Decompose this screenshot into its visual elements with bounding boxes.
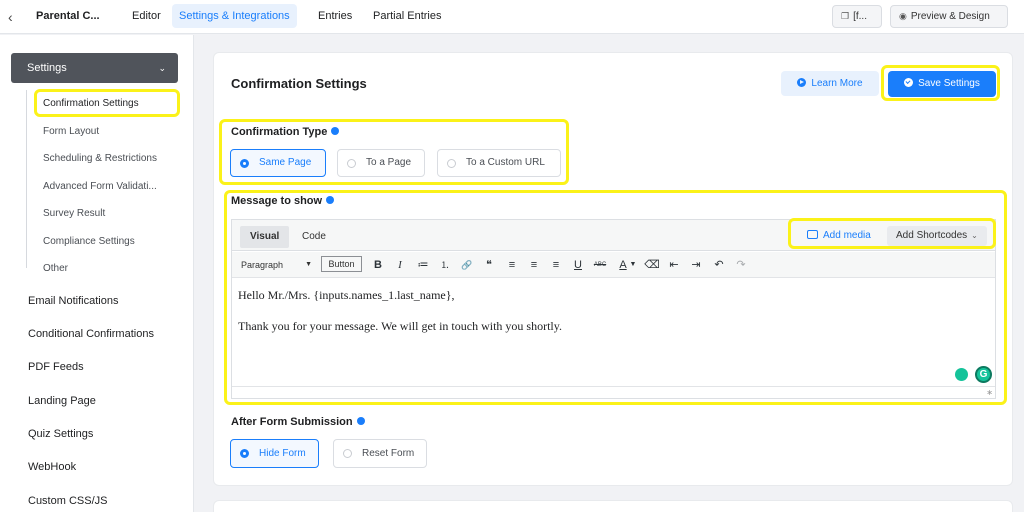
tab-visual[interactable]: Visual bbox=[240, 226, 290, 248]
sidebar-item-email-notifications[interactable]: Email Notifications bbox=[28, 295, 118, 307]
sidebar-item-advanced-validation[interactable]: Advanced Form Validati... bbox=[43, 181, 157, 192]
page-title: Confirmation Settings bbox=[231, 76, 367, 91]
radio-circle bbox=[240, 159, 249, 168]
numbered-list-icon[interactable]: ⒈ bbox=[437, 257, 453, 273]
tab-code[interactable]: Code bbox=[292, 226, 336, 248]
info-icon[interactable] bbox=[331, 127, 340, 135]
outdent-icon[interactable]: ⇤ bbox=[666, 257, 682, 273]
sidebar-item-webhook[interactable]: WebHook bbox=[28, 461, 76, 473]
editor-content[interactable]: Hello Mr./Mrs. {inputs.names_1.last_name… bbox=[238, 288, 562, 350]
chevron-down-icon: ⌄ bbox=[971, 231, 978, 240]
redo-icon[interactable]: ↷ bbox=[733, 257, 749, 273]
sidebar-item-landing-page[interactable]: Landing Page bbox=[28, 395, 96, 407]
rich-text-editor[interactable]: Visual Code Add media Add Shortcodes ⌄ Pa… bbox=[231, 219, 996, 399]
eraser-icon[interactable]: ⌫ bbox=[644, 257, 660, 273]
editor-status-bar: ∗ bbox=[232, 386, 995, 398]
tab-entries[interactable]: Entries bbox=[311, 4, 359, 28]
caret-down-icon: ▼ bbox=[305, 261, 312, 268]
check-circle-icon bbox=[904, 78, 914, 87]
radio-hide-form[interactable]: Hide Form bbox=[230, 439, 319, 468]
message-line-1: Hello Mr./Mrs. {inputs.names_1.last_name… bbox=[238, 288, 455, 302]
radio-to-a-page[interactable]: To a Page bbox=[337, 149, 425, 177]
editor-tabs: Visual Code Add media Add Shortcodes ⌄ bbox=[232, 220, 995, 251]
message-line-2: Thank you for your message. We will get … bbox=[238, 319, 562, 333]
play-icon bbox=[797, 78, 807, 87]
chevron-left-icon[interactable]: ‹ bbox=[8, 8, 20, 26]
strikethrough-icon[interactable]: ABC bbox=[592, 257, 608, 273]
sidebar-item-custom-css-js[interactable]: Custom CSS/JS bbox=[28, 495, 107, 507]
tab-partial-entries[interactable]: Partial Entries bbox=[366, 4, 448, 28]
confirmation-type-label: Confirmation Type bbox=[231, 126, 340, 138]
sidebar-item-conditional-confirmations[interactable]: Conditional Confirmations bbox=[28, 328, 154, 340]
info-icon[interactable] bbox=[356, 417, 365, 425]
sidebar: Settings ⌄ Confirmation Settings Form La… bbox=[0, 35, 194, 512]
subtree-line bbox=[26, 90, 27, 268]
radio-circle bbox=[347, 159, 356, 168]
tab-editor[interactable]: Editor bbox=[125, 4, 168, 28]
preview-design-button[interactable]: ◉ Preview & Design bbox=[890, 5, 1008, 28]
form-name[interactable]: Parental C... bbox=[36, 10, 100, 22]
sidebar-item-survey-result[interactable]: Survey Result bbox=[43, 208, 105, 219]
radio-circle bbox=[240, 449, 249, 458]
learn-more-button[interactable]: Learn More bbox=[781, 71, 879, 96]
insert-button-chip[interactable]: Button bbox=[321, 256, 362, 272]
radio-same-page[interactable]: Same Page bbox=[230, 149, 326, 177]
save-settings-button[interactable]: Save Settings bbox=[888, 71, 996, 97]
align-left-icon[interactable]: ≡ bbox=[504, 257, 520, 273]
sidebar-item-pdf-feeds[interactable]: PDF Feeds bbox=[28, 361, 84, 373]
after-submission-label: After Form Submission bbox=[231, 416, 365, 428]
copy-icon: ❐ bbox=[841, 11, 850, 21]
undo-icon[interactable]: ↶ bbox=[711, 257, 727, 273]
link-icon[interactable]: 🔗 bbox=[459, 257, 475, 273]
sidebar-item-confirmation-settings[interactable]: Confirmation Settings bbox=[43, 98, 139, 109]
eye-icon: ◉ bbox=[899, 11, 907, 21]
bold-icon[interactable]: B bbox=[370, 257, 386, 273]
top-bar: ‹ Parental C... Editor Settings & Integr… bbox=[0, 0, 1024, 34]
italic-icon[interactable]: I bbox=[392, 257, 408, 273]
underline-icon[interactable]: U bbox=[570, 257, 586, 273]
grammarly-icon[interactable]: G bbox=[975, 366, 992, 383]
formatting-toolbar: Paragraph ▼ Button B I ≔ ⒈ 🔗 ❝ ≡ ≡ ≡ U AB… bbox=[232, 252, 995, 278]
radio-custom-url[interactable]: To a Custom URL bbox=[437, 149, 561, 177]
caret-down-icon[interactable]: ▼ bbox=[629, 257, 637, 273]
sidebar-item-other[interactable]: Other bbox=[43, 263, 68, 274]
sidebar-item-quiz-settings[interactable]: Quiz Settings bbox=[28, 428, 93, 440]
align-center-icon[interactable]: ≡ bbox=[526, 257, 542, 273]
info-icon[interactable] bbox=[326, 196, 335, 204]
grammarly-assist-icon[interactable] bbox=[955, 368, 968, 381]
indent-icon[interactable]: ⇥ bbox=[688, 257, 704, 273]
radio-circle bbox=[447, 159, 456, 168]
message-label: Message to show bbox=[231, 195, 335, 207]
align-right-icon[interactable]: ≡ bbox=[548, 257, 564, 273]
sidebar-item-form-layout[interactable]: Form Layout bbox=[43, 126, 99, 137]
radio-reset-form[interactable]: Reset Form bbox=[333, 439, 427, 468]
secondary-card bbox=[213, 500, 1013, 512]
sidebar-section-settings[interactable]: Settings ⌄ bbox=[11, 53, 178, 83]
media-icon bbox=[807, 230, 818, 239]
paragraph-select[interactable]: Paragraph ▼ bbox=[238, 256, 316, 274]
add-shortcodes-dropdown[interactable]: Add Shortcodes ⌄ bbox=[887, 226, 987, 246]
blockquote-icon[interactable]: ❝ bbox=[481, 257, 497, 273]
radio-circle bbox=[343, 449, 352, 458]
sidebar-item-scheduling[interactable]: Scheduling & Restrictions bbox=[43, 153, 157, 164]
shortcode-copy-button[interactable]: ❐ [f... bbox=[832, 5, 882, 28]
chevron-down-icon: ⌄ bbox=[158, 63, 166, 73]
tab-settings-integrations[interactable]: Settings & Integrations bbox=[172, 4, 297, 28]
resize-handle-icon[interactable]: ∗ bbox=[986, 388, 993, 397]
sidebar-item-compliance[interactable]: Compliance Settings bbox=[43, 236, 135, 247]
bullet-list-icon[interactable]: ≔ bbox=[415, 257, 431, 273]
add-media-button[interactable]: Add media bbox=[807, 226, 871, 246]
